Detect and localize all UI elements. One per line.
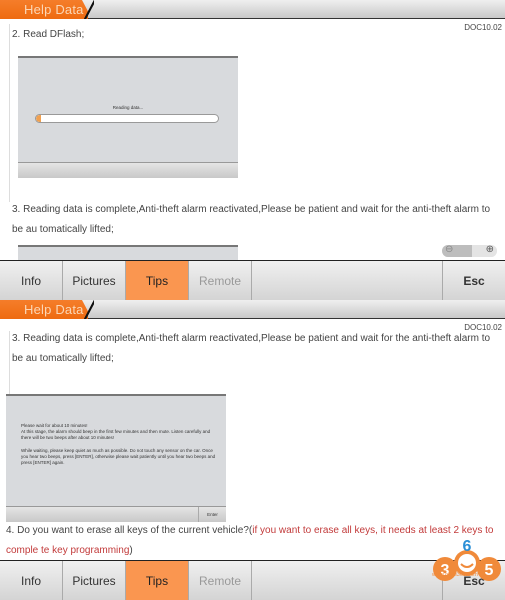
enter-button: Enter (198, 507, 226, 522)
help-content[interactable]: 2. Read DFlash; Reading data... 3. Readi… (0, 21, 505, 260)
bottom-tab-bar: Info Pictures Tips Remote Esc (0, 260, 505, 300)
header-title: Help Data (24, 302, 84, 317)
esc-button[interactable]: Esc (442, 261, 505, 300)
dialog-footer: Enter (6, 506, 226, 522)
tab-info[interactable]: Info (0, 561, 63, 600)
header-title: Help Data (24, 2, 84, 17)
zoom-in-button[interactable]: ⊕ (472, 245, 497, 257)
watermark-site: www.obdii365.com (432, 572, 478, 578)
wait-dialog-image: Please wait for about 10 minutes! At thi… (6, 394, 226, 522)
progress-fill (36, 115, 42, 122)
header-bar: Help Data (0, 300, 505, 319)
reading-dialog-image: Reading data... (18, 56, 238, 178)
tab-pictures[interactable]: Pictures (63, 561, 126, 600)
tab-tips[interactable]: Tips (126, 561, 189, 600)
divider (9, 24, 10, 202)
header-bar: Help Data (0, 0, 505, 19)
tab-tips[interactable]: Tips (126, 261, 189, 300)
watermark-logo: 3 6 5 (433, 538, 501, 581)
help-screen-1: Help Data DOC10.02 2. Read DFlash; Readi… (0, 0, 505, 300)
zoom-in-icon: ⊕ (485, 245, 494, 255)
bottom-tab-bar: Info Pictures Tips Remote Esc (0, 560, 505, 600)
zoom-out-button[interactable]: ⊖ (442, 245, 472, 257)
svg-text:6: 6 (463, 538, 472, 555)
tab-remote[interactable]: Remote (189, 561, 252, 600)
help-content[interactable]: 3. Reading data is complete,Anti-theft a… (0, 321, 505, 560)
help-screen-2: Help Data DOC10.02 3. Reading data is co… (0, 300, 505, 600)
dialog-line-3: While waiting, please keep quiet as much… (21, 448, 216, 465)
step-3-text: 3. Reading data is complete,Anti-theft a… (12, 204, 491, 235)
tab-info[interactable]: Info (0, 261, 63, 300)
step-4-text: 4. Do you want to erase all keys of the … (6, 525, 494, 556)
tab-remote[interactable]: Remote (189, 261, 252, 300)
progress-label: Reading data... (112, 105, 144, 110)
dialog-image-partial (18, 245, 238, 260)
progress-bar (35, 114, 219, 123)
step-2-text: 2. Read DFlash; (12, 29, 85, 40)
svg-text:5: 5 (485, 562, 494, 579)
zoom-control: ⊖ ⊕ (442, 245, 497, 257)
step-3-text: 3. Reading data is complete,Anti-theft a… (12, 333, 491, 364)
dialog-line-2: At this stage, the alarm should beep in … (21, 429, 211, 440)
dialog-footer (18, 162, 238, 178)
tab-pictures[interactable]: Pictures (63, 261, 126, 300)
zoom-out-icon: ⊖ (445, 245, 454, 255)
